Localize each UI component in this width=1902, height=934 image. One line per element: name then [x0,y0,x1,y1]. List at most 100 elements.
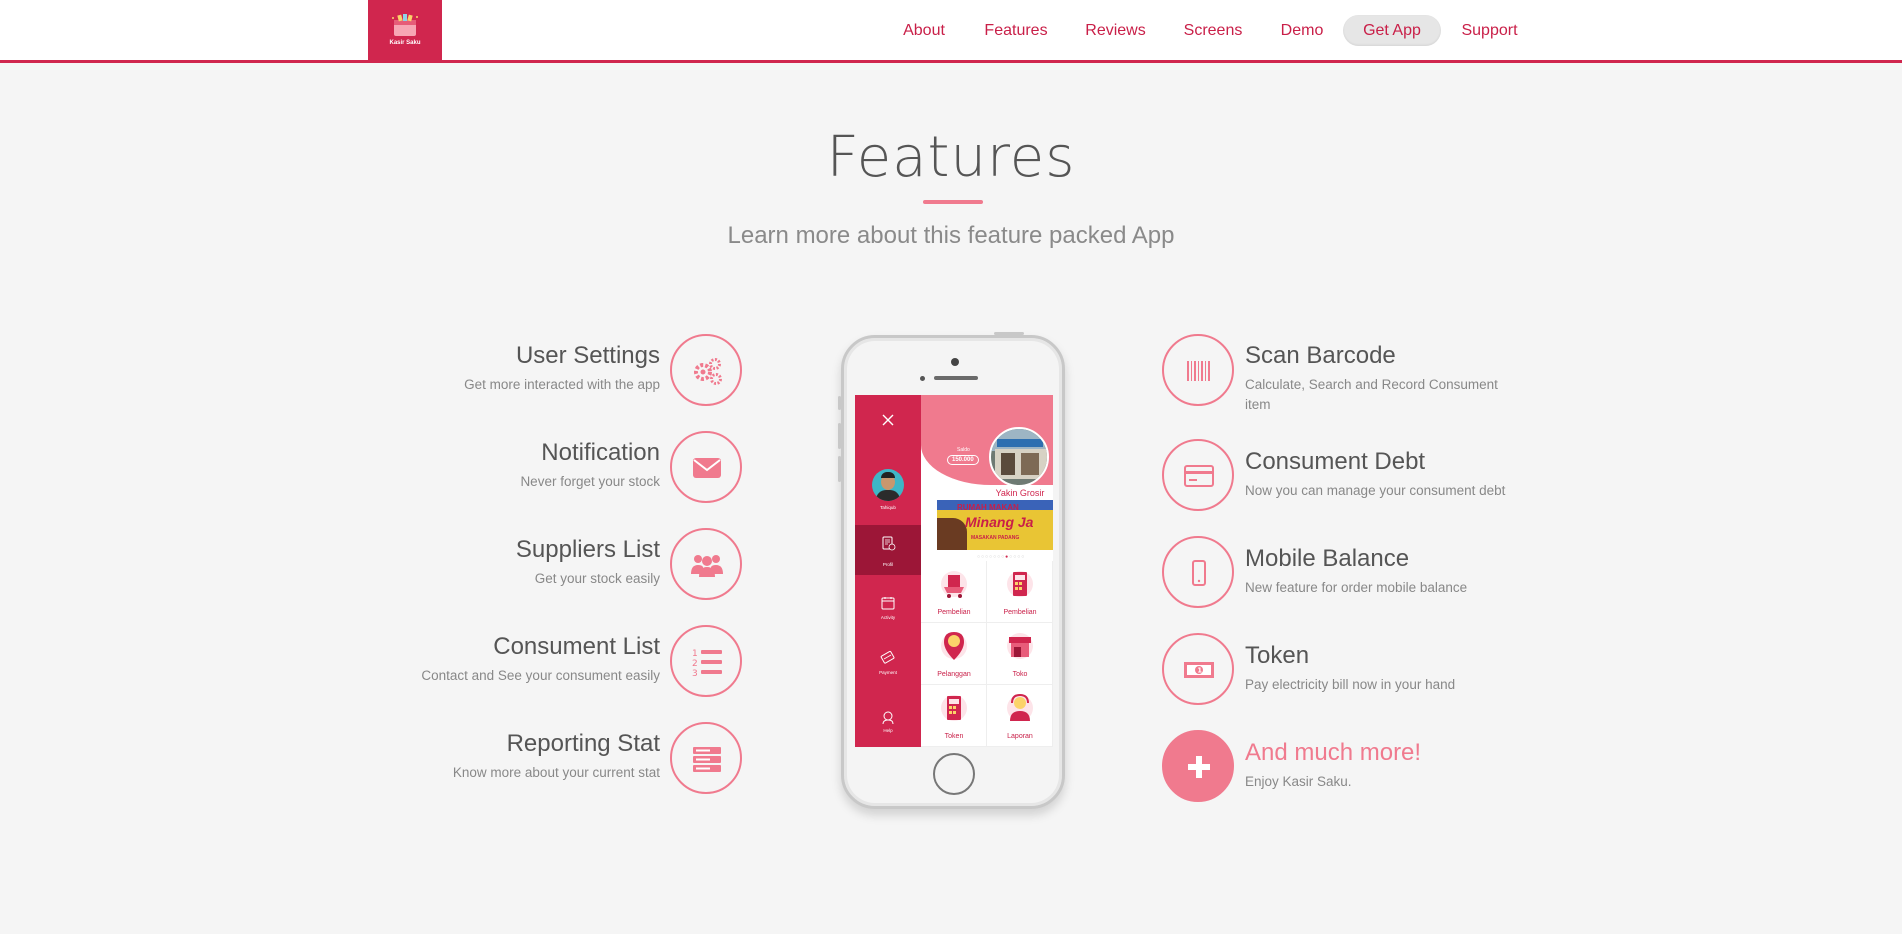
feature-desc: Calculate, Search and Record Consument i… [1245,377,1498,412]
phone-sensor [920,376,925,381]
help-icon [882,711,894,725]
feature-desc: Never forget your stock [520,474,660,489]
numbered-list-icon: 1 2 3 [692,649,722,679]
feature-title: Consument List [493,633,660,660]
menu-item-pembelian-2[interactable]: Pembelian [987,561,1053,623]
store-photo [989,427,1049,487]
phone-mockup: Tahiqub Profil Activity Payment Help Sal… [838,332,1065,809]
menu-item-toko[interactable]: Toko [987,623,1053,685]
menu-item-label: Pembelian [1003,609,1037,616]
profile-icon [882,536,896,551]
phone-volume-down-button [838,456,841,482]
feature-title: Mobile Balance [1245,545,1410,572]
mobile-icon [1192,560,1206,586]
phone-volume-up-button [838,423,841,449]
feature-desc: Get more interacted with the app [464,377,660,392]
customer-service-icon [1007,693,1033,721]
feature-desc: Now you can manage your consument debt [1245,483,1506,498]
store-name: Yakin Grosir [995,488,1045,498]
user-name: Tahiqub [880,505,896,510]
store-icon [1007,633,1033,659]
nav-support[interactable]: Support [1455,15,1524,46]
side-item-profil[interactable]: Profil [855,562,921,567]
calculator-icon [941,695,967,721]
banner-line-1: RUMAH MAKAN [957,503,1019,512]
phone-screen: Tahiqub Profil Activity Payment Help Sal… [855,395,1053,747]
menu-item-label: Token [944,733,964,740]
credit-card-icon [1184,465,1214,487]
feature-title: Scan Barcode [1245,342,1396,369]
app-menu-grid: Pembelian Pembelian Pelanggan Toko Token… [921,561,1053,747]
feature-icon-circle[interactable] [670,722,742,794]
svg-text:2: 2 [692,659,698,669]
nav-features[interactable]: Features [979,15,1053,46]
phone-mute-button [838,396,841,410]
saldo-value: 150.000 [947,455,979,465]
menu-item-label: Toko [1012,671,1028,678]
feature-title: And much more! [1245,739,1422,766]
feature-icon-circle[interactable] [1162,730,1234,802]
menu-item-pelanggan[interactable]: Pelanggan [921,623,987,685]
phone-speaker [934,376,978,380]
phone-power-button [994,332,1024,335]
section-title: Features [826,125,1076,190]
feature-desc: New feature for order mobile balance [1245,580,1468,595]
close-icon[interactable] [881,413,895,427]
banner-pager: ○○○○○○○●○○○○ [977,554,1026,560]
feature-title: Notification [541,439,660,466]
feature-desc: Enjoy Kasir Saku. [1245,774,1352,789]
promo-banner[interactable]: RUMAH MAKAN Minang Ja MASAKAN PADANG [937,500,1053,550]
feature-icon-circle[interactable] [670,528,742,600]
feature-title: Reporting Stat [506,730,660,757]
feature-icon-circle[interactable]: 1 2 3 [670,625,742,697]
main-nav: About Features Reviews Screens Demo Get … [0,0,1902,60]
barcode-icon [1187,361,1210,381]
feature-icon-circle[interactable] [1162,536,1234,608]
side-item-activity[interactable]: Activity [855,615,921,620]
menu-item-label: Laporan [1007,733,1033,740]
menu-item-label: Pembelian [937,609,971,616]
location-person-icon [941,632,967,660]
side-item-help[interactable]: Help [855,728,921,733]
menu-item-label: Pelanggan [937,671,971,678]
feature-icon-circle[interactable] [670,431,742,503]
server-icon [693,747,721,772]
feature-icon-circle[interactable] [670,334,742,406]
menu-item-token[interactable]: Token [921,685,987,747]
nav-get-app[interactable]: Get App [1343,15,1441,46]
phone-camera [951,358,959,366]
banner-line-3: MASAKAN PADANG [971,535,1020,541]
nav-reviews[interactable]: Reviews [1077,15,1154,46]
site-header: Kasir Saku About Features Reviews Screen… [0,0,1902,63]
feature-icon-circle[interactable] [1162,439,1234,511]
gears-icon [694,358,722,385]
payment-icon [880,650,895,664]
title-underline [923,200,983,204]
side-item-payment[interactable]: Payment [855,670,921,675]
menu-item-pembelian[interactable]: Pembelian [921,561,987,623]
calendar-icon [881,597,895,610]
svg-text:1: 1 [1197,667,1202,675]
cart-icon [941,571,967,598]
feature-icon-circle[interactable] [1162,334,1234,406]
feature-title: Token [1245,642,1310,669]
money-icon: 1 [1184,662,1214,678]
feature-desc: Know more about your current stat [452,765,660,780]
feature-desc: Get your stock easily [534,571,660,586]
feature-desc: Contact and See your consument easily [421,668,660,683]
feature-title: Suppliers List [515,536,660,563]
nav-screens[interactable]: Screens [1176,15,1250,46]
calculator-icon [1007,571,1033,597]
feature-desc: Pay electricity bill now in your hand [1245,677,1456,692]
menu-item-laporan[interactable]: Laporan [987,685,1053,747]
section-subtitle: Learn more about this feature packed App [727,222,1175,249]
feature-icon-circle[interactable]: 1 [1162,633,1234,705]
app-sidebar: Tahiqub Profil Activity Payment Help [855,395,921,747]
nav-demo[interactable]: Demo [1274,15,1330,46]
banner-line-2: Minang Ja [965,514,1034,530]
envelope-icon [693,458,721,478]
plus-icon [1188,756,1210,778]
avatar[interactable] [872,469,904,501]
nav-about[interactable]: About [892,15,956,46]
phone-home-button [933,753,975,795]
